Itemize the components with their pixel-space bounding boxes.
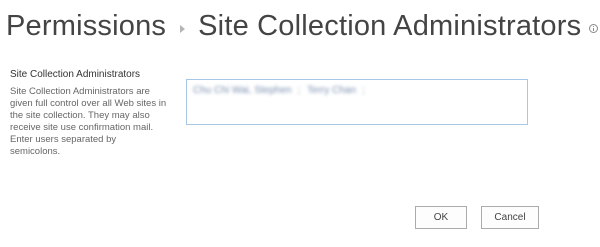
user-separator: ; (362, 85, 365, 96)
ok-button[interactable]: OK (415, 206, 467, 229)
page-title: Site Collection Administrators (198, 9, 582, 42)
section-description: Site Collection Administrators are given… (10, 86, 167, 157)
user-token[interactable]: Terry Chan (307, 85, 356, 96)
page-title-bar: Permissions Site Collection Administrato… (6, 4, 599, 48)
info-icon[interactable] (589, 24, 599, 33)
breadcrumb-permissions[interactable]: Permissions (6, 10, 166, 43)
administrators-people-picker[interactable]: Chu Chi Wai, Stephen; Terry Chan; (186, 79, 528, 125)
section-heading: Site Collection Administrators (10, 69, 141, 80)
user-token[interactable]: Chu Chi Wai, Stephen (193, 85, 292, 96)
cancel-button[interactable]: Cancel (481, 206, 539, 229)
breadcrumb-separator-icon (180, 25, 186, 33)
user-separator: ; (297, 85, 301, 96)
